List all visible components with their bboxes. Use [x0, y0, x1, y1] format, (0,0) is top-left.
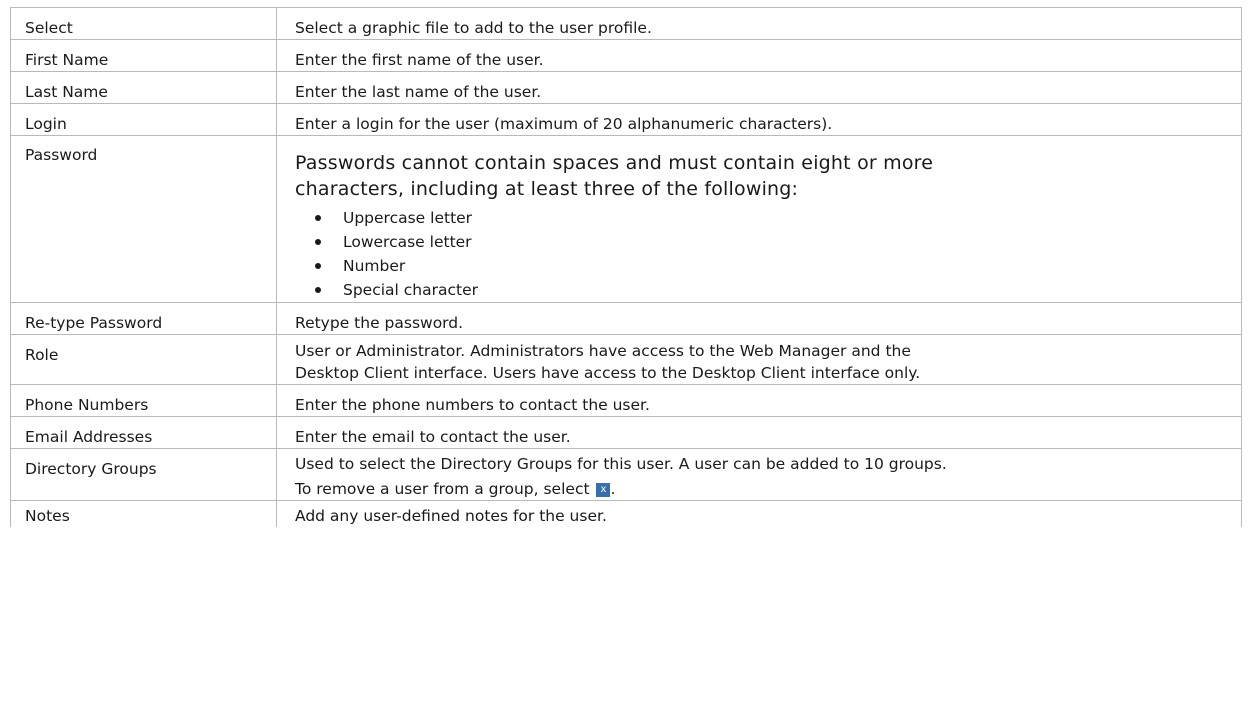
bullet-icon: [315, 287, 321, 293]
table-row: Select Select a graphic file to add to t…: [10, 7, 1242, 40]
field-description: Used to select the Directory Groups for …: [276, 448, 1242, 501]
user-fields-table: Select Select a graphic file to add to t…: [10, 7, 1242, 527]
table-row: Phone Numbers Enter the phone numbers to…: [10, 384, 1242, 417]
table-row: Notes Add any user-defined notes for the…: [10, 500, 1242, 527]
table-row: Directory Groups Used to select the Dire…: [10, 448, 1242, 501]
description-line: Desktop Client interface. Users have acc…: [295, 364, 921, 382]
field-description: Retype the password.: [276, 302, 1242, 335]
field-description: Enter the first name of the user.: [276, 39, 1242, 72]
list-item-label: Lowercase letter: [343, 233, 472, 251]
field-name: Select: [10, 7, 277, 40]
field-name: Directory Groups: [10, 448, 277, 501]
field-description: Enter the email to contact the user.: [276, 416, 1242, 449]
password-rules-list: Uppercase letter Lowercase letter Number…: [295, 206, 1231, 302]
description-text: To remove a user from a group, select: [295, 480, 590, 498]
field-description: Enter a login for the user (maximum of 2…: [276, 103, 1242, 136]
field-name: Last Name: [10, 71, 277, 104]
list-item-label: Number: [343, 257, 406, 275]
field-name: Phone Numbers: [10, 384, 277, 417]
table-row: Password Passwords cannot contain spaces…: [10, 135, 1242, 303]
field-description: User or Administrator. Administrators ha…: [276, 334, 1242, 385]
field-name: First Name: [10, 39, 277, 72]
description-line: User or Administrator. Administrators ha…: [295, 342, 911, 360]
field-name: Login: [10, 103, 277, 136]
field-description: Passwords cannot contain spaces and must…: [276, 135, 1242, 303]
description-text: .: [610, 480, 616, 498]
bullet-icon: [315, 215, 321, 221]
description-line: To remove a user from a group, select x.: [295, 478, 1231, 500]
description-line: Used to select the Directory Groups for …: [295, 455, 947, 473]
table-row: Login Enter a login for the user (maximu…: [10, 103, 1242, 136]
list-item: Special character: [295, 278, 1231, 302]
field-description: Enter the last name of the user.: [276, 71, 1242, 104]
list-item: Number: [295, 254, 1231, 278]
field-description: Enter the phone numbers to contact the u…: [276, 384, 1242, 417]
field-name: Role: [10, 334, 277, 385]
field-description: Select a graphic file to add to the user…: [276, 7, 1242, 40]
table-row: First Name Enter the first name of the u…: [10, 39, 1242, 72]
table-row: Last Name Enter the last name of the use…: [10, 71, 1242, 104]
table-row: Role User or Administrator. Administrato…: [10, 334, 1242, 385]
field-name: Re-type Password: [10, 302, 277, 335]
table-row: Re-type Password Retype the password.: [10, 302, 1242, 335]
field-name: Notes: [10, 500, 277, 527]
field-name: Email Addresses: [10, 416, 277, 449]
list-item-label: Uppercase letter: [343, 209, 473, 227]
close-icon[interactable]: x: [596, 483, 611, 497]
field-name: Password: [10, 135, 277, 303]
password-rules-intro: Passwords cannot contain spaces and must…: [295, 150, 1231, 202]
field-description: Add any user-defined notes for the user.: [276, 500, 1242, 527]
table-row: Email Addresses Enter the email to conta…: [10, 416, 1242, 449]
list-item: Uppercase letter: [295, 206, 1231, 230]
password-rules-line: Passwords cannot contain spaces and must…: [295, 152, 934, 174]
bullet-icon: [315, 239, 321, 245]
list-item-label: Special character: [343, 281, 478, 299]
list-item: Lowercase letter: [295, 230, 1231, 254]
password-rules-line: characters, including at least three of …: [295, 178, 799, 200]
bullet-icon: [315, 263, 321, 269]
